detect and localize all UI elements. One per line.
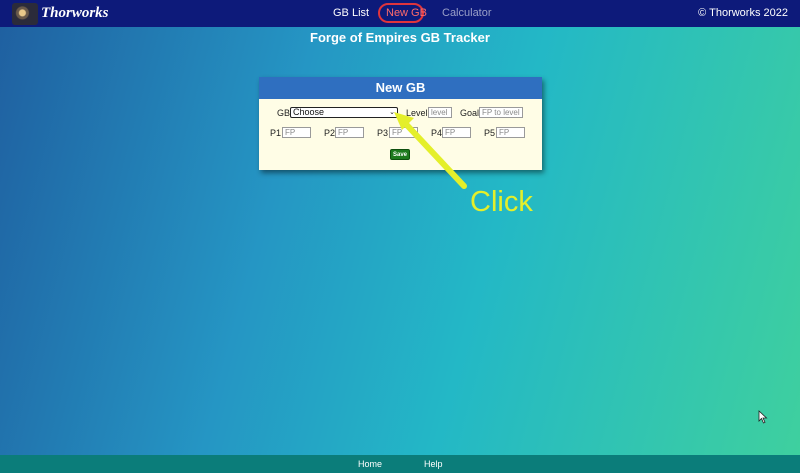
p5-label: P5 — [484, 128, 496, 138]
annotation-click-text: Click — [470, 186, 533, 218]
footer-help-link[interactable]: Help — [424, 455, 443, 473]
nav-calculator[interactable]: Calculator — [442, 0, 492, 27]
mouse-cursor-icon — [758, 410, 768, 424]
p1-label: P1 — [270, 128, 282, 138]
gb-label: GB — [277, 108, 291, 118]
footer: Home Help — [0, 455, 800, 473]
p2-input[interactable]: FP — [335, 127, 364, 138]
brand-logo-icon — [12, 2, 38, 25]
page-title: Forge of Empires GB Tracker — [310, 30, 490, 45]
nav-new-gb[interactable]: New GB — [386, 0, 427, 27]
card-title: New GB — [259, 77, 542, 99]
brand-name: Thorworks — [41, 5, 109, 21]
top-navbar: Thorworks GB List New GB Calculator © Th… — [0, 0, 800, 27]
p1-input[interactable]: FP — [282, 127, 311, 138]
annotation-arrow-icon — [394, 112, 467, 189]
p2-label: P2 — [324, 128, 336, 138]
footer-home-link[interactable]: Home — [358, 455, 382, 473]
p5-input[interactable]: FP — [496, 127, 525, 138]
brand[interactable]: Thorworks — [12, 2, 109, 25]
copyright: © Thorworks 2022 — [698, 7, 788, 19]
nav-gb-list[interactable]: GB List — [333, 0, 369, 27]
gb-select-value: Choose — [293, 107, 325, 117]
goal-input[interactable]: FP to level — [479, 107, 523, 118]
